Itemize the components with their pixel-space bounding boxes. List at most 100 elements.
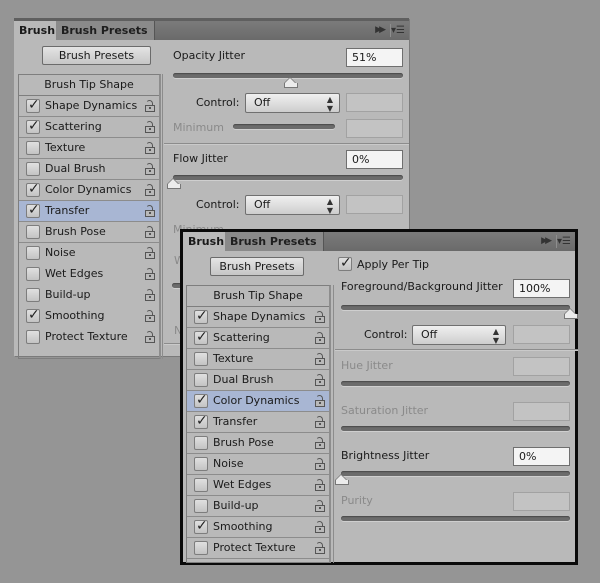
unlock-icon[interactable] <box>315 395 325 407</box>
brush-tip-shape-item[interactable]: Brush Tip Shape <box>19 75 159 96</box>
unlock-icon[interactable] <box>145 331 155 343</box>
unlock-icon[interactable] <box>145 205 155 217</box>
unlock-icon[interactable] <box>315 542 325 554</box>
list-item[interactable]: Brush Pose <box>187 433 329 454</box>
unlock-icon[interactable] <box>145 226 155 238</box>
brightness-jitter-slider[interactable] <box>341 471 570 476</box>
checkbox[interactable]: ✓ <box>194 518 208 534</box>
panel-menu-icon[interactable]: ▾☰ <box>557 232 571 251</box>
checkbox[interactable]: ✓ <box>26 118 40 134</box>
flow-jitter-input[interactable]: 0% <box>346 150 403 169</box>
unlock-icon[interactable] <box>315 458 325 470</box>
unlock-icon[interactable] <box>145 268 155 280</box>
list-item[interactable]: ✓ Shape Dynamics <box>187 307 329 328</box>
list-item[interactable]: Dual Brush <box>187 370 329 391</box>
list-item-label: Transfer <box>45 204 90 217</box>
list-item[interactable]: Texture <box>187 349 329 370</box>
list-item[interactable]: Wet Edges <box>19 264 159 285</box>
unlock-icon[interactable] <box>145 100 155 112</box>
unlock-icon[interactable] <box>145 142 155 154</box>
list-item[interactable]: ✓ Transfer <box>187 412 329 433</box>
fg-bg-jitter-input[interactable]: 100% <box>513 279 570 298</box>
list-item[interactable]: Noise <box>19 243 159 264</box>
checkbox[interactable] <box>194 436 208 450</box>
checkbox[interactable] <box>26 267 40 281</box>
checkbox[interactable] <box>194 478 208 492</box>
checkbox[interactable] <box>194 352 208 366</box>
control-select[interactable]: Off ▲ ▼ <box>245 93 340 113</box>
brush-presets-button[interactable]: Brush Presets <box>210 257 304 276</box>
checkbox[interactable]: ✓ <box>26 181 40 197</box>
list-item[interactable]: Noise <box>187 454 329 475</box>
checkmark-icon: ✓ <box>196 413 208 429</box>
opacity-jitter-input[interactable]: 51% <box>346 48 403 67</box>
unlock-icon[interactable] <box>315 437 325 449</box>
checkbox[interactable]: ✓ <box>26 307 40 323</box>
hue-jitter-input <box>513 357 570 376</box>
tab-brush[interactable]: Brush <box>14 21 56 40</box>
unlock-icon[interactable] <box>315 332 325 344</box>
collapse-icon[interactable]: ▶▶ <box>375 21 386 40</box>
unlock-icon[interactable] <box>145 247 155 259</box>
checkbox[interactable] <box>194 499 208 513</box>
apply-per-tip-checkbox[interactable]: ✓ <box>338 255 352 271</box>
list-item[interactable]: Dual Brush <box>19 159 159 180</box>
list-item[interactable]: ✓ Scattering <box>19 117 159 138</box>
checkbox[interactable] <box>26 246 40 260</box>
list-item[interactable]: Texture <box>19 138 159 159</box>
list-item[interactable]: Protect Texture <box>19 327 159 348</box>
unlock-icon[interactable] <box>145 163 155 175</box>
checkbox[interactable]: ✓ <box>26 97 40 113</box>
checkbox[interactable] <box>26 330 40 344</box>
list-item[interactable]: Build-up <box>19 285 159 306</box>
unlock-icon[interactable] <box>145 289 155 301</box>
unlock-icon[interactable] <box>145 310 155 322</box>
checkbox[interactable] <box>194 541 208 555</box>
unlock-icon[interactable] <box>315 521 325 533</box>
list-item[interactable]: ✓ Smoothing <box>19 306 159 327</box>
brush-tip-shape-item[interactable]: Brush Tip Shape <box>187 286 329 307</box>
checkbox[interactable]: ✓ <box>194 308 208 324</box>
checkbox[interactable] <box>26 162 40 176</box>
list-item[interactable]: ✓ Shape Dynamics <box>19 96 159 117</box>
checkbox[interactable]: ✓ <box>194 392 208 408</box>
unlock-icon[interactable] <box>315 500 325 512</box>
list-item[interactable]: Protect Texture <box>187 538 329 559</box>
fg-bg-jitter-slider[interactable] <box>341 305 570 310</box>
collapse-icon[interactable]: ▶▶ <box>541 232 552 251</box>
list-item[interactable]: Brush Pose <box>19 222 159 243</box>
brightness-jitter-label: Brightness Jitter <box>341 449 430 462</box>
list-item[interactable]: ✓ Transfer <box>19 201 159 222</box>
control-select[interactable]: Off ▲ ▼ <box>245 195 340 215</box>
panel-menu-icon[interactable]: ▾☰ <box>391 21 405 40</box>
unlock-icon[interactable] <box>315 353 325 365</box>
brush-presets-button[interactable]: Brush Presets <box>42 46 151 65</box>
list-item[interactable]: ✓ Color Dynamics <box>19 180 159 201</box>
tab-brush-presets[interactable]: Brush Presets <box>225 232 324 251</box>
checkbox[interactable]: ✓ <box>194 329 208 345</box>
list-item[interactable]: Wet Edges <box>187 475 329 496</box>
checkbox[interactable] <box>194 457 208 471</box>
list-item[interactable]: ✓ Scattering <box>187 328 329 349</box>
checkbox[interactable]: ✓ <box>26 202 40 218</box>
list-item[interactable]: Build-up <box>187 496 329 517</box>
tab-brush[interactable]: Brush <box>183 232 225 251</box>
unlock-icon[interactable] <box>145 121 155 133</box>
checkbox[interactable] <box>26 141 40 155</box>
unlock-icon[interactable] <box>145 184 155 196</box>
list-item[interactable]: ✓ Color Dynamics <box>187 391 329 412</box>
tab-bar: Brush Brush Presets ▶▶ ▾☰ <box>14 21 409 40</box>
checkbox[interactable] <box>26 225 40 239</box>
checkbox[interactable] <box>194 373 208 387</box>
checkbox[interactable]: ✓ <box>194 413 208 429</box>
unlock-icon[interactable] <box>315 479 325 491</box>
checkbox[interactable] <box>26 288 40 302</box>
unlock-icon[interactable] <box>315 374 325 386</box>
list-item[interactable]: ✓ Smoothing <box>187 517 329 538</box>
unlock-icon[interactable] <box>315 311 325 323</box>
unlock-icon[interactable] <box>315 416 325 428</box>
control-select[interactable]: Off ▲ ▼ <box>412 325 506 345</box>
flow-jitter-slider[interactable] <box>173 175 403 180</box>
brightness-jitter-input[interactable]: 0% <box>513 447 570 466</box>
tab-brush-presets[interactable]: Brush Presets <box>56 21 155 40</box>
